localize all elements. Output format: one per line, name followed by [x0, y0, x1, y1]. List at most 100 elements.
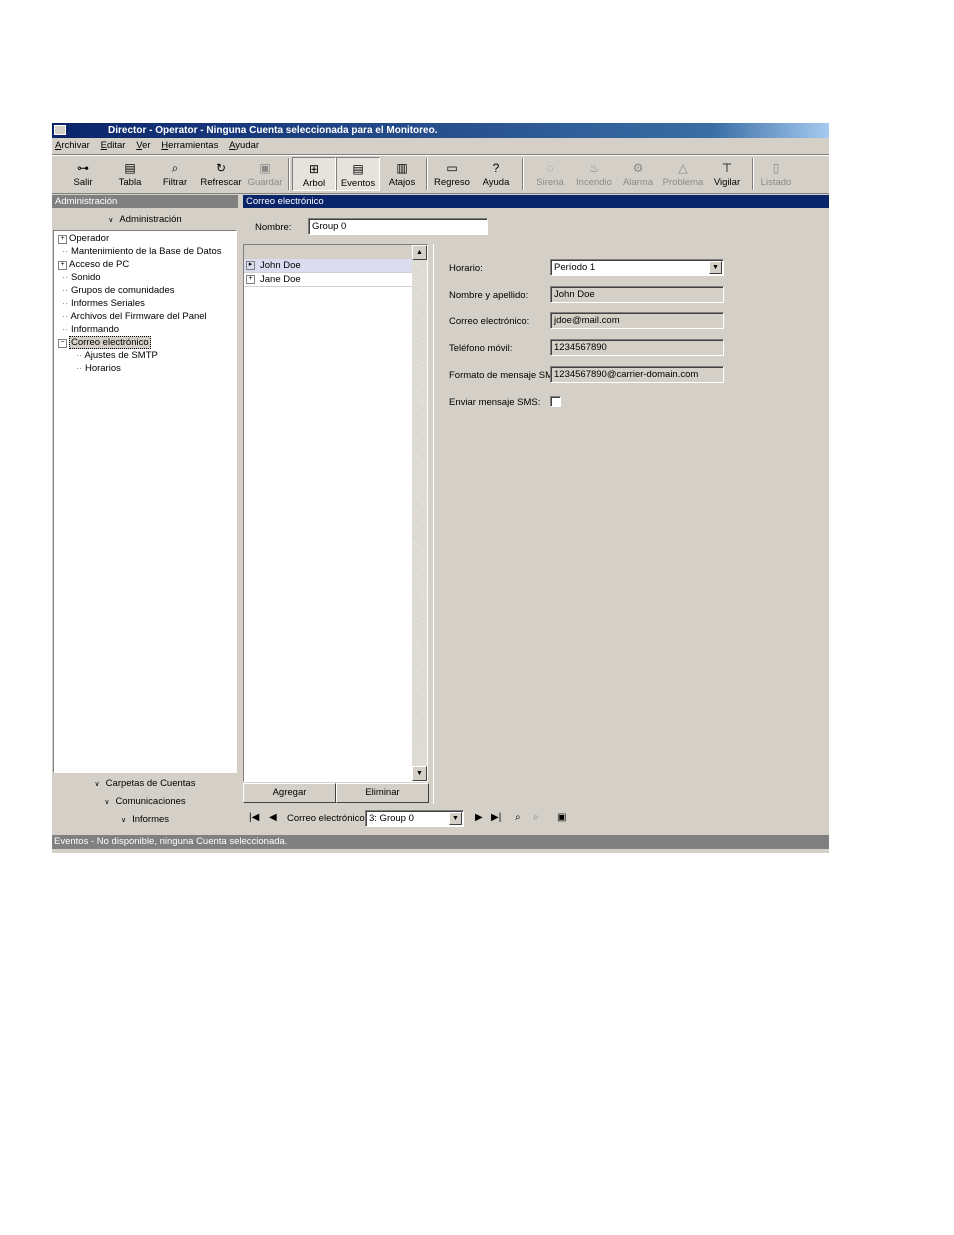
tree-item-sonido[interactable]: ·· Sonido — [62, 272, 101, 284]
expand-icon[interactable]: ▸ — [246, 261, 255, 270]
main-panel-header: Correo electrónico — [243, 195, 829, 208]
group-carpetas[interactable]: ∨ Carpetas de Cuentas — [52, 777, 238, 792]
tree-item-mantenimiento[interactable]: ·· Mantenimiento de la Base de Datos — [62, 246, 221, 258]
enviar-sms-checkbox[interactable] — [550, 396, 561, 407]
tree-item-correo[interactable]: − Correo electrónico — [58, 336, 151, 349]
nombre-label: Nombre: — [255, 222, 292, 233]
vigilar-button[interactable]: ⊤ Vigilar — [706, 157, 748, 191]
tree-item-informando[interactable]: ·· Informando — [62, 324, 119, 336]
nombre-apellido-field[interactable]: John Doe — [550, 286, 724, 303]
refrescar-button[interactable]: ↻ Refrescar — [198, 157, 244, 191]
collapse-icon[interactable]: − — [58, 339, 67, 348]
menu-ayudar[interactable]: Ayudar — [229, 138, 259, 154]
scroll-up-icon[interactable]: ▲ — [412, 245, 427, 260]
agregar-button[interactable]: Agregar — [243, 783, 336, 803]
menu-herramientas[interactable]: Herramientas — [161, 138, 218, 154]
toolbar-separator — [522, 158, 524, 190]
chevron-down-icon[interactable]: ▼ — [709, 261, 722, 274]
fire-icon: ♨ — [588, 161, 600, 175]
horario-label: Horario: — [449, 263, 483, 274]
regreso-button[interactable]: ▭ Regreso — [430, 157, 474, 191]
tabla-button[interactable]: ▤ Tabla — [108, 157, 152, 191]
list-icon: ▯ — [772, 161, 780, 175]
table-icon: ▤ — [124, 161, 136, 175]
refresh-icon: ↻ — [215, 161, 227, 175]
sirena-button[interactable]: ◌ Sirena — [528, 157, 572, 191]
correo-field[interactable]: jdoe@mail.com — [550, 312, 724, 329]
title-bar[interactable]: Director - Operator - Ninguna Cuenta sel… — [52, 123, 829, 138]
save-icon: ▣ — [259, 161, 271, 175]
chevron-down-icon: ∨ — [108, 217, 114, 224]
toolbar: ⊶ Salir ▤ Tabla ⌕ Filtrar ↻ Refrescar ▣ … — [52, 155, 829, 194]
first-record-icon[interactable]: |◀ — [249, 810, 259, 826]
chevron-down-icon[interactable]: ▼ — [449, 812, 462, 825]
atajos-button[interactable]: ▥ Atajos — [380, 157, 424, 191]
nombre-apellido-label: Nombre y apellido: — [449, 290, 529, 301]
application-window: Director - Operator - Ninguna Cuenta sel… — [52, 123, 829, 853]
expand-icon[interactable]: + — [58, 261, 67, 270]
help-icon: ? — [492, 161, 500, 175]
group-informes[interactable]: ∨ Informes — [52, 813, 238, 828]
app-icon — [54, 125, 66, 135]
toolbar-separator — [752, 158, 754, 190]
tree-item-horarios[interactable]: ·· Horarios — [76, 363, 121, 375]
tree-item-firmware[interactable]: ·· Archivos del Firmware del Panel — [62, 311, 207, 323]
tree-item-operador[interactable]: + Operador — [58, 233, 109, 245]
ayuda-button[interactable]: ? Ayuda — [474, 157, 518, 191]
filtrar-button[interactable]: ⌕ Filtrar — [152, 157, 198, 191]
tree-line: ·· — [76, 363, 83, 374]
eventos-button[interactable]: ▤ Eventos — [336, 157, 380, 191]
arbol-button[interactable]: ⊞ Arbol — [292, 157, 336, 191]
guardar-button[interactable]: ▣ Guardar — [244, 157, 286, 191]
salir-button[interactable]: ⊶ Salir — [58, 157, 108, 191]
alarma-button[interactable]: ⚙ Alarma — [616, 157, 660, 191]
menu-archivar[interactable]: Archivar — [55, 138, 90, 154]
eliminar-button[interactable]: Eliminar — [336, 783, 429, 803]
watch-icon: ⊤ — [721, 161, 733, 175]
admin-tree[interactable]: + Operador ·· Mantenimiento de la Base de… — [53, 230, 237, 773]
list-item-john[interactable]: ▸ John Doe — [244, 259, 414, 273]
toolbar-separator — [288, 158, 290, 190]
prev-record-icon[interactable]: ◀ — [269, 810, 277, 826]
horario-select[interactable]: Período 1 ▼ — [550, 259, 724, 276]
last-record-icon[interactable]: ▶| — [491, 810, 501, 826]
export-icon[interactable]: ▣ — [557, 810, 566, 826]
tree-line: ·· — [62, 272, 69, 283]
listado-button[interactable]: ▯ Listado — [756, 157, 796, 191]
list-scrollbar[interactable]: ▲ ▼ — [412, 245, 427, 781]
group-comunicaciones[interactable]: ∨ Comunicaciones — [52, 795, 238, 810]
chevron-down-icon: ∨ — [94, 781, 100, 788]
expand-icon[interactable]: + — [58, 235, 67, 244]
expand-icon[interactable]: + — [246, 275, 255, 284]
problema-button[interactable]: △ Problema — [660, 157, 706, 191]
incendio-button[interactable]: ♨ Incendio — [572, 157, 616, 191]
list-item-jane[interactable]: + Jane Doe — [244, 273, 414, 287]
enviar-sms-label: Enviar mensaje SMS: — [449, 397, 541, 408]
scroll-down-icon[interactable]: ▼ — [412, 766, 427, 781]
nombre-input[interactable]: Group 0 — [308, 218, 488, 235]
menu-ver[interactable]: Ver — [136, 138, 150, 154]
tree-item-informes-seriales[interactable]: ·· Informes Seriales — [62, 298, 145, 310]
formato-sms-field[interactable]: 1234567890@carrier-domain.com — [550, 366, 724, 383]
contacts-list[interactable]: ▸ John Doe + Jane Doe ▲ ▼ — [243, 244, 428, 782]
detail-panel: Horario: Período 1 ▼ Nombre y apellido: … — [433, 244, 830, 804]
telefono-label: Teléfono móvil: — [449, 343, 513, 354]
tree-line: ·· — [62, 298, 69, 309]
tree-line: ·· — [62, 246, 69, 257]
warning-icon: △ — [678, 161, 688, 175]
tree-item-smtp[interactable]: ·· Ajustes de SMTP — [76, 350, 158, 362]
tree-item-grupos[interactable]: ·· Grupos de comunidades — [62, 285, 174, 297]
menu-editar[interactable]: Editar — [101, 138, 126, 154]
administracion-group[interactable]: ∨ Administración — [52, 212, 238, 228]
tree-line: ·· — [62, 311, 69, 322]
telefono-field[interactable]: 1234567890 — [550, 339, 724, 356]
toolbar-separator — [426, 158, 428, 190]
find-icon[interactable]: ⌕ — [515, 810, 521, 826]
find-next-icon[interactable]: ⌕ — [533, 810, 539, 826]
next-record-icon[interactable]: ▶ — [475, 810, 483, 826]
status-bar: Eventos - No disponible, ninguna Cuenta … — [52, 835, 829, 849]
tree-item-acceso-pc[interactable]: + Acceso de PC — [58, 259, 129, 271]
siren-icon: ◌ — [546, 161, 554, 175]
tree-line: ·· — [62, 285, 69, 296]
navigator-select[interactable]: 3: Group 0 ▼ — [365, 810, 464, 827]
